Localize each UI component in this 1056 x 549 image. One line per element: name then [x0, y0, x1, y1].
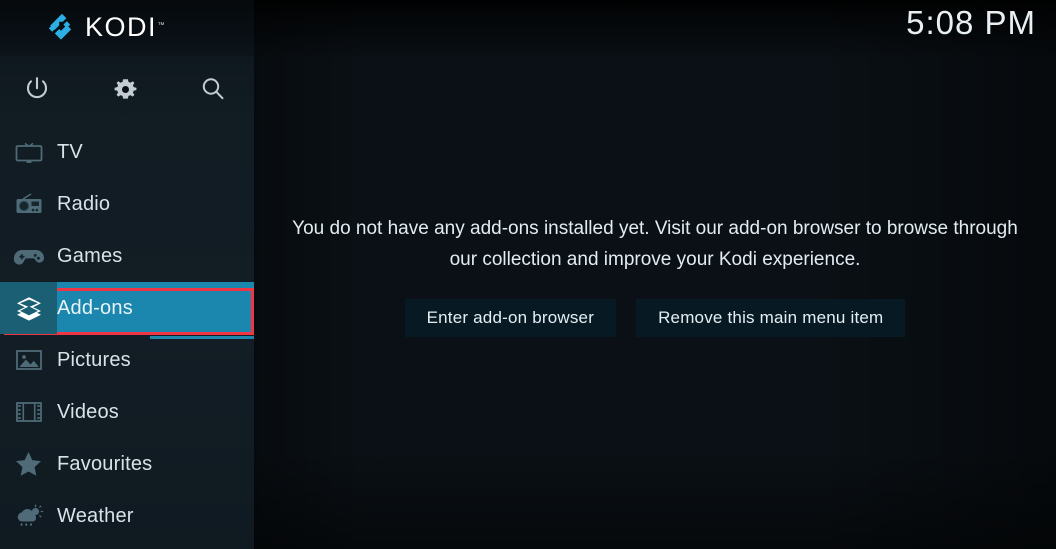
- film-strip-icon: [0, 386, 57, 438]
- sidebar-item-videos[interactable]: Videos: [0, 386, 254, 438]
- pictures-icon: [0, 334, 57, 386]
- sidebar-item-label: Weather: [57, 504, 134, 527]
- search-icon[interactable]: [190, 64, 236, 114]
- kodi-wordmark: KODI ™: [85, 12, 165, 42]
- kodi-logo-icon: [46, 12, 76, 42]
- sidebar-item-favourites[interactable]: Favourites: [0, 438, 254, 490]
- power-icon[interactable]: [14, 64, 60, 114]
- sidebar-item-label: TV: [57, 140, 83, 163]
- sidebar-item-addons[interactable]: Add-ons: [0, 282, 254, 334]
- addons-empty-panel: You do not have any add-ons installed ye…: [254, 0, 1056, 549]
- sidebar-item-tv[interactable]: TV: [0, 126, 254, 178]
- selected-item-underline: [150, 336, 254, 339]
- gamepad-icon: [0, 230, 57, 282]
- system-icon-row: [0, 64, 254, 122]
- sidebar-menu: TV Radio Games Add-ons Pictures Videos F…: [0, 126, 254, 542]
- sidebar-item-label: Pictures: [57, 348, 131, 371]
- kodi-wordmark-text: KODI: [85, 12, 158, 42]
- tv-icon: [0, 126, 57, 178]
- sidebar-item-label: Radio: [57, 192, 111, 215]
- clock: 5:08 PM: [906, 4, 1036, 41]
- sidebar-item-radio[interactable]: Radio: [0, 178, 254, 230]
- remove-main-menu-item-button[interactable]: Remove this main menu item: [636, 298, 906, 337]
- radio-icon: [0, 178, 57, 230]
- enter-addon-browser-button[interactable]: Enter add-on browser: [404, 298, 617, 337]
- sidebar-item-label: Games: [57, 244, 123, 267]
- star-icon: [0, 438, 57, 490]
- sidebar-item-label: Add-ons: [57, 296, 133, 319]
- sidebar-item-games[interactable]: Games: [0, 230, 254, 282]
- sidebar-item-label: Videos: [57, 400, 119, 423]
- weather-icon: [0, 490, 57, 542]
- kodi-home-screen: You do not have any add-ons installed ye…: [0, 0, 1056, 549]
- addons-box-icon: [0, 282, 57, 334]
- kodi-logo: KODI ™: [46, 12, 165, 42]
- trademark-mark: ™: [157, 22, 167, 29]
- sidebar-item-weather[interactable]: Weather: [0, 490, 254, 542]
- gear-icon[interactable]: [102, 64, 148, 114]
- sidebar: KODI ™ TV Radio Games Add-ons Pictures V…: [0, 0, 254, 549]
- sidebar-item-label: Favourites: [57, 452, 153, 475]
- empty-state-message: You do not have any add-ons installed ye…: [292, 217, 1018, 270]
- empty-state-button-row: Enter add-on browser Remove this main me…: [404, 298, 906, 337]
- sidebar-item-pictures[interactable]: Pictures: [0, 334, 254, 386]
